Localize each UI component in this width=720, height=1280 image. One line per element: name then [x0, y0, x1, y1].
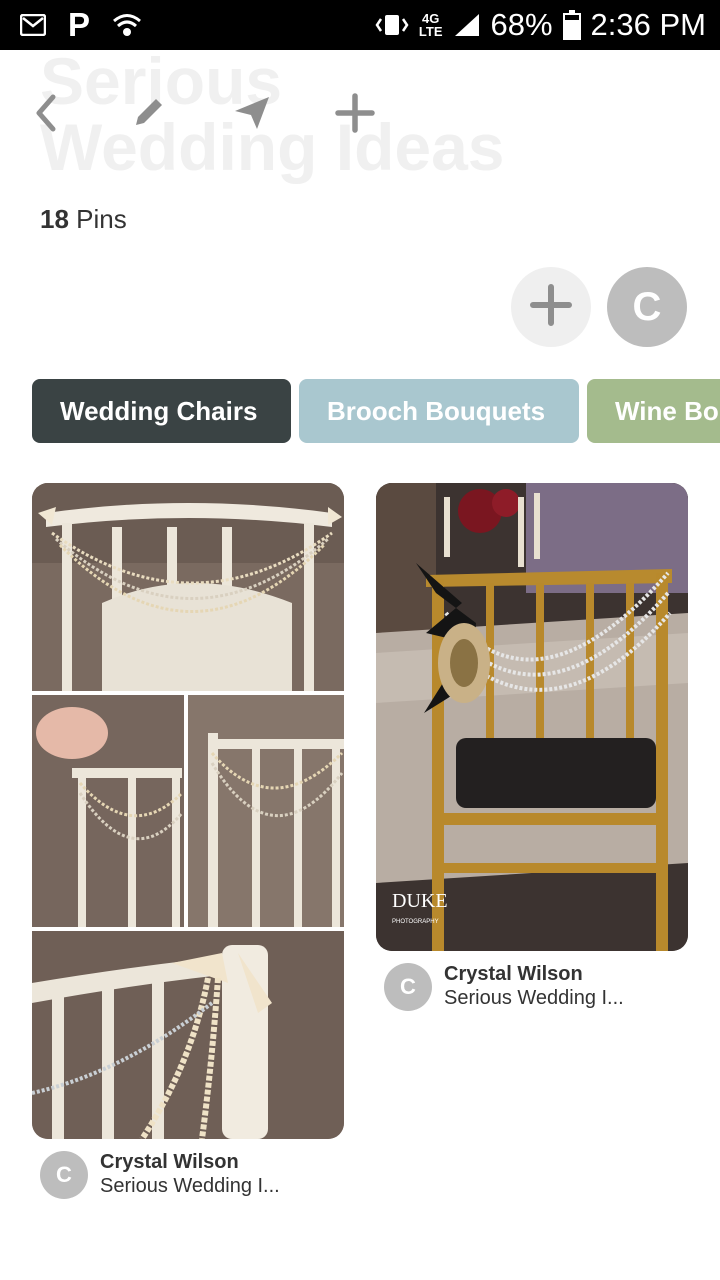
vibrate-icon [375, 12, 409, 38]
back-button[interactable] [16, 80, 76, 150]
pinner-avatar[interactable]: C [40, 1151, 88, 1199]
plus-icon [335, 92, 375, 138]
pencil-icon [128, 93, 168, 138]
paper-plane-icon [231, 93, 273, 138]
signal-icon [453, 12, 481, 38]
section-chip-label: Brooch Bouquets [327, 395, 546, 426]
pinner-name[interactable]: Crystal Wilson [444, 963, 583, 986]
add-pin-button[interactable] [325, 80, 385, 150]
pinner-name[interactable]: Crystal Wilson [100, 1151, 239, 1174]
section-chip-label: Wedding Chairs [60, 395, 258, 426]
pins-count: 18 Pins [40, 204, 127, 235]
photo-watermark-sub: PHOTOGRAPHY [392, 919, 439, 925]
board-toolbar [0, 80, 720, 150]
photo-watermark: DUKE [392, 890, 448, 912]
gold-chair-picture: DUKE PHOTOGRAPHY [376, 483, 688, 951]
clock: 2:36 PM [590, 7, 706, 42]
status-bar: P 4G LTE 68% 2:36 PM [0, 0, 720, 50]
chevron-left-icon [31, 93, 61, 138]
section-chip-wedding-chairs[interactable]: Wedding Chairs [32, 379, 291, 443]
board-sections: Wedding Chairs Brooch Bouquets Wine Bo [32, 379, 720, 443]
gmail-icon [20, 14, 46, 36]
pin-image-chairs-collage[interactable] [32, 483, 344, 1139]
wifi-icon [112, 12, 142, 38]
pins-count-label: Pins [76, 204, 127, 234]
pin-image-gold-chair[interactable]: DUKE PHOTOGRAPHY [376, 483, 688, 951]
pin-board-name[interactable]: Serious Wedding I... [100, 1175, 280, 1198]
lte-badge: 4G LTE [418, 11, 443, 39]
pin-attribution[interactable]: C Crystal Wilson Serious Wedding I... [384, 963, 684, 1019]
section-chip-wine-bottles[interactable]: Wine Bo [587, 379, 720, 443]
plus-icon [529, 283, 573, 332]
edit-button[interactable] [118, 80, 178, 150]
battery-percent: 68% [490, 7, 553, 42]
pinner-avatar[interactable]: C [384, 963, 432, 1011]
section-chip-label: Wine Bo [615, 395, 719, 426]
pin-attribution[interactable]: C Crystal Wilson Serious Wedding I... [40, 1151, 340, 1207]
collaborator-avatar[interactable]: C [607, 267, 687, 347]
parking-app-icon: P [68, 6, 91, 43]
section-chip-brooch-bouquets[interactable]: Brooch Bouquets [299, 379, 579, 443]
send-button[interactable] [222, 80, 282, 150]
add-collaborator-button[interactable] [511, 267, 591, 347]
chair-collage-picture [32, 483, 344, 1139]
pins-count-number: 18 [40, 204, 69, 234]
pin-board-name[interactable]: Serious Wedding I... [444, 987, 624, 1010]
battery-icon [562, 10, 581, 40]
